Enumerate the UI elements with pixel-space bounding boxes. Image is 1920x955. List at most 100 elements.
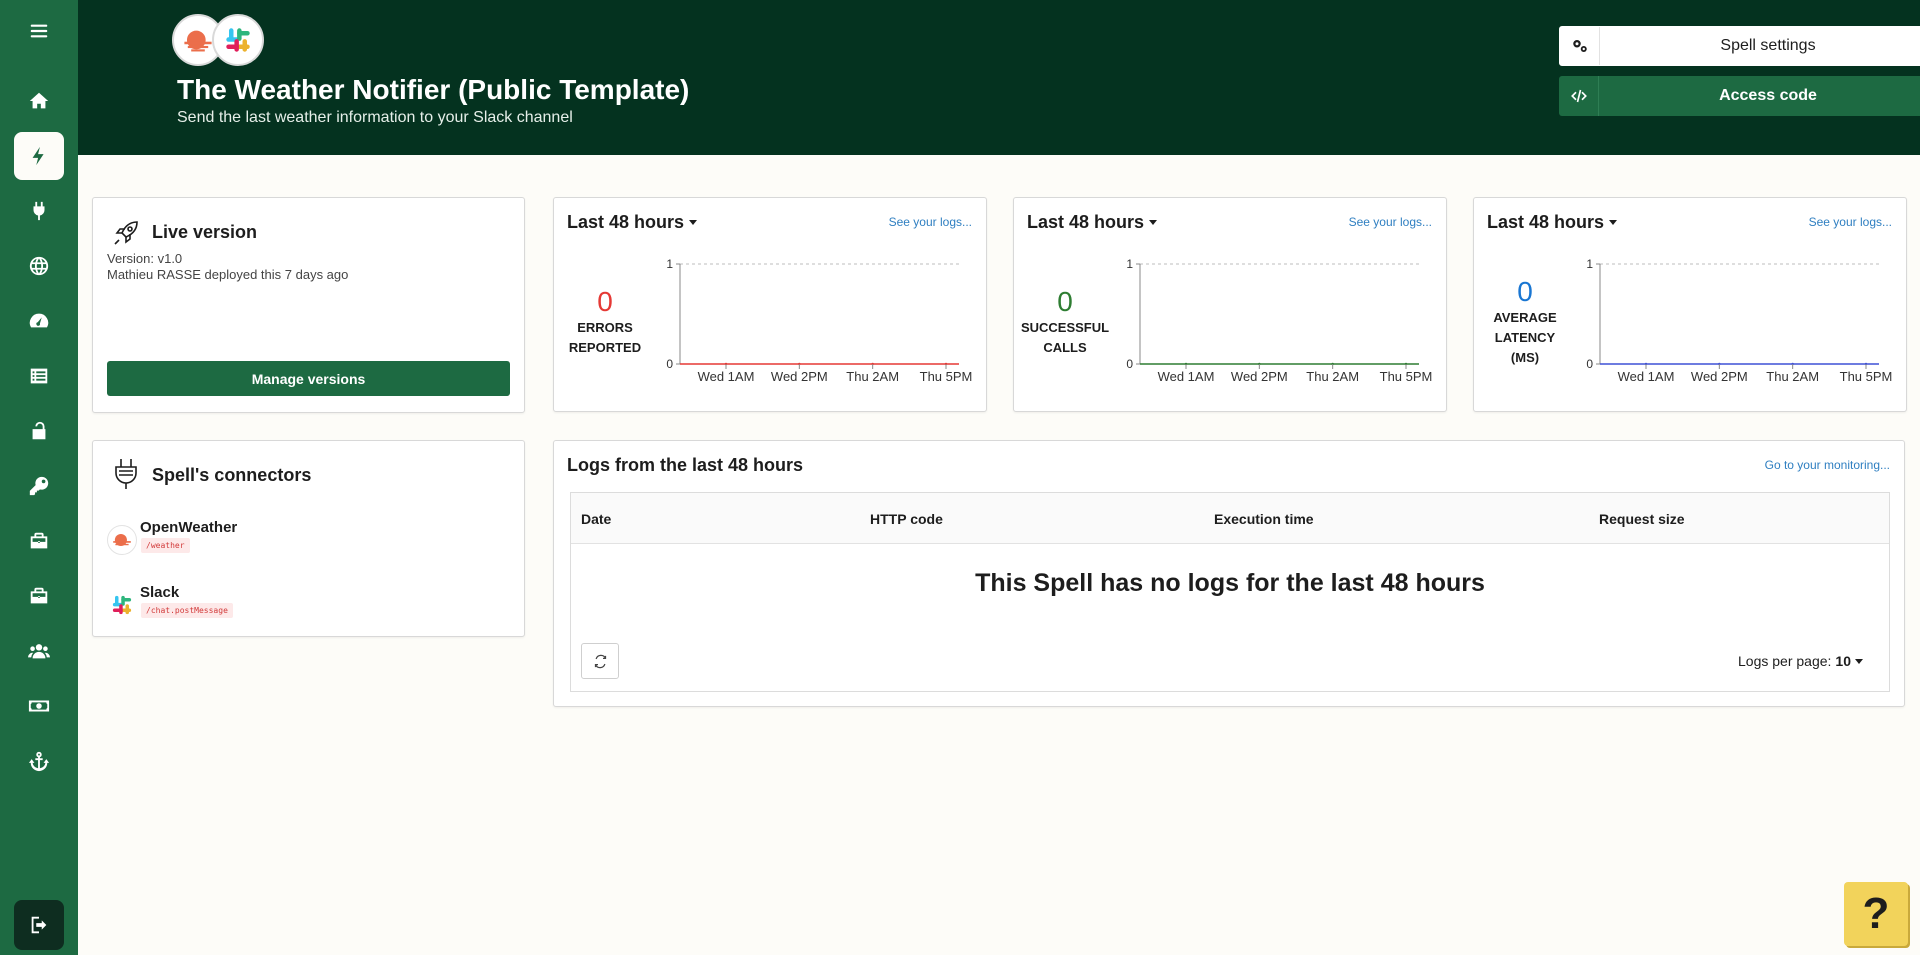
sidebar-item-billing[interactable] xyxy=(14,682,64,730)
refresh-button[interactable] xyxy=(581,643,619,679)
metric-label: ERRORS REPORTED xyxy=(568,320,642,355)
connector-slack[interactable]: Slack /chat.postMessage xyxy=(107,584,407,628)
column-header-request-size[interactable]: Request size xyxy=(1599,511,1685,527)
logout-button[interactable] xyxy=(14,900,64,950)
period-label: Last 48 hours xyxy=(567,212,685,232)
connector-path: /weather xyxy=(141,538,190,553)
help-button[interactable]: ? xyxy=(1844,882,1908,946)
column-header-execution-time[interactable]: Execution time xyxy=(1214,511,1314,527)
sidebar-item-web[interactable] xyxy=(14,242,64,290)
latency-chart: 0 1 Wed 1AM Wed 2PM Thu 2AM Thu 5PM xyxy=(1586,257,1893,384)
sidebar-item-connectors[interactable] xyxy=(14,187,64,235)
rocket-icon xyxy=(111,218,141,248)
x-tick-label: Thu 2AM xyxy=(1766,369,1819,384)
y-tick-label: 0 xyxy=(666,357,673,371)
per-page-label: Logs per page: xyxy=(1738,653,1832,669)
column-header-date[interactable]: Date xyxy=(581,511,611,527)
caret-down-icon xyxy=(689,220,698,225)
spell-header: The Weather Notifier (Public Template) S… xyxy=(78,0,1920,155)
sidebar-item-projects[interactable] xyxy=(14,572,64,620)
x-tick-label: Thu 5PM xyxy=(1840,369,1893,384)
y-tick-label: 1 xyxy=(666,257,673,271)
sidebar-item-home[interactable] xyxy=(14,77,64,125)
sidebar-item-keys[interactable] xyxy=(14,462,64,510)
connectors-card: Spell's connectors OpenWeather /weather … xyxy=(92,440,525,637)
success-chart: 0 1 Wed 1AM Wed 2PM Thu 2AM Thu 5PM xyxy=(1126,257,1432,384)
caret-down-icon xyxy=(1149,220,1158,225)
sidebar-item-webhooks[interactable] xyxy=(14,737,64,785)
connector-name: OpenWeather xyxy=(140,519,238,536)
errors-chart: 0 1 Wed 1AM Wed 2PM Thu 2AM Thu 5PM xyxy=(666,257,973,384)
lock-icon xyxy=(32,421,46,440)
sidebar-item-workspace[interactable] xyxy=(14,517,64,565)
x-tick-label: Wed 2PM xyxy=(771,369,828,384)
y-tick-label: 1 xyxy=(1586,257,1593,271)
metric-value: 0 xyxy=(597,286,613,317)
dashboard-icon xyxy=(29,313,49,328)
sidebar-item-security[interactable] xyxy=(14,407,64,455)
period-dropdown[interactable]: Last 48 hours xyxy=(1487,212,1618,233)
code-icon xyxy=(1559,76,1599,116)
latency-metric: 0 AVERAGE LATENCY (MS) xyxy=(1480,278,1570,368)
list-icon xyxy=(30,368,48,384)
live-version-title: Live version xyxy=(152,222,258,242)
x-tick-label: Wed 2PM xyxy=(1691,369,1748,384)
empty-logs-message: This Spell has no logs for the last 48 h… xyxy=(975,569,1485,597)
key-icon xyxy=(29,476,49,496)
logs-per-page: Logs per page: 10 xyxy=(1738,653,1863,669)
deployed-text: Mathieu RASSE deployed this 7 days ago xyxy=(107,267,349,282)
see-logs-link[interactable]: See your logs... xyxy=(1349,215,1432,229)
version-text: Version: v1.0 xyxy=(107,251,183,266)
x-tick-label: Thu 5PM xyxy=(920,369,973,384)
metric-label: AVERAGE LATENCY (MS) xyxy=(1493,310,1557,365)
home-icon xyxy=(29,92,49,109)
page-subtitle: Send the last weather information to you… xyxy=(177,109,573,126)
briefcase-icon xyxy=(30,587,48,604)
access-code-button[interactable]: Access code xyxy=(1559,76,1920,116)
column-header-http-code[interactable]: HTTP code xyxy=(870,511,943,527)
spell-settings-label: Spell settings xyxy=(1720,37,1816,54)
period-label: Last 48 hours xyxy=(1027,212,1145,232)
period-dropdown[interactable]: Last 48 hours xyxy=(567,212,698,233)
briefcase-icon xyxy=(30,532,48,549)
x-tick-label: Wed 1AM xyxy=(698,369,755,384)
metric-label: SUCCESSFUL CALLS xyxy=(1020,320,1110,355)
spell-settings-button[interactable]: Spell settings xyxy=(1559,26,1920,66)
connector-path: /chat.postMessage xyxy=(141,603,233,618)
spell-connector-logos xyxy=(172,14,264,66)
y-tick-label: 0 xyxy=(1586,357,1593,371)
see-logs-link[interactable]: See your logs... xyxy=(889,215,972,229)
globe-icon xyxy=(29,256,49,276)
connectors-title: Spell's connectors xyxy=(152,465,312,485)
caret-down-icon[interactable] xyxy=(1855,658,1863,664)
slack-logo xyxy=(212,14,264,66)
plug-icon xyxy=(111,457,141,491)
see-logs-link[interactable]: See your logs... xyxy=(1809,215,1892,229)
plug-icon xyxy=(33,201,45,221)
x-tick-label: Thu 2AM xyxy=(846,369,899,384)
period-dropdown[interactable]: Last 48 hours xyxy=(1027,212,1158,233)
success-metric-card: Last 48 hours See your logs... 0 SUCCESS… xyxy=(1013,197,1447,412)
metric-value: 0 xyxy=(1517,276,1533,307)
gears-icon xyxy=(1560,27,1600,65)
connector-openweather[interactable]: OpenWeather /weather xyxy=(107,519,407,563)
per-page-select[interactable]: 10 xyxy=(1835,653,1851,669)
go-to-monitoring-link[interactable]: Go to your monitoring... xyxy=(1765,458,1890,472)
slack-icon xyxy=(107,590,137,620)
x-tick-label: Wed 1AM xyxy=(1618,369,1675,384)
sidebar-item-monitoring[interactable] xyxy=(14,297,64,345)
question-mark-icon: ? xyxy=(1862,889,1890,938)
x-tick-label: Thu 2AM xyxy=(1306,369,1359,384)
sidebar-menu-button[interactable] xyxy=(14,7,64,55)
sidebar-item-spells[interactable] xyxy=(14,132,64,180)
sidebar-item-team[interactable] xyxy=(14,627,64,675)
lightning-icon xyxy=(32,146,44,166)
errors-metric: 0 ERRORS REPORTED xyxy=(560,288,650,358)
live-version-card: Live version Version: v1.0 Mathieu RASSE… xyxy=(92,197,525,413)
errors-metric-card: Last 48 hours See your logs... 0 ERRORS … xyxy=(553,197,987,412)
manage-versions-button[interactable]: Manage versions xyxy=(107,361,510,396)
openweather-icon xyxy=(107,525,137,555)
users-icon xyxy=(28,644,50,659)
sidebar-item-logs[interactable] xyxy=(14,352,64,400)
logout-icon xyxy=(31,916,47,934)
